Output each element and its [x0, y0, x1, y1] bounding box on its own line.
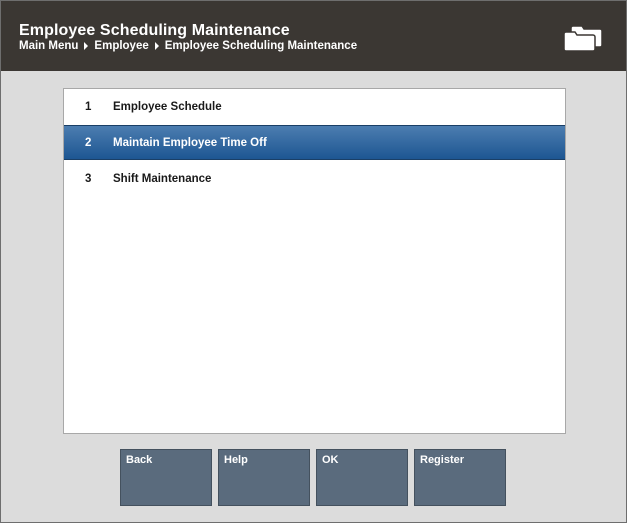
help-button[interactable]: Help — [218, 449, 310, 506]
menu-item-number: 3 — [85, 172, 92, 185]
breadcrumb-item-main-menu[interactable]: Main Menu — [19, 40, 78, 52]
back-button[interactable]: Back — [120, 449, 212, 506]
menu-item-maintain-employee-time-off[interactable]: 2 Maintain Employee Time Off — [64, 125, 565, 160]
menu-item-number: 2 — [85, 136, 92, 149]
breadcrumb-separator-icon — [154, 42, 159, 50]
menu-item-shift-maintenance[interactable]: 3 Shift Maintenance — [64, 161, 565, 196]
breadcrumb-item-current: Employee Scheduling Maintenance — [164, 40, 358, 52]
menu-list: 1 Employee Schedule 2 Maintain Employee … — [63, 88, 566, 434]
menu-item-label: Employee Schedule — [113, 100, 222, 113]
menu-item-employee-schedule[interactable]: 1 Employee Schedule — [64, 89, 565, 124]
menu-item-label: Shift Maintenance — [113, 172, 212, 185]
ok-button[interactable]: OK — [316, 449, 408, 506]
page-title: Employee Scheduling Maintenance — [19, 22, 290, 39]
app-window: Employee Scheduling Maintenance Main Men… — [0, 0, 627, 523]
register-button[interactable]: Register — [414, 449, 506, 506]
header-bar: Employee Scheduling Maintenance Main Men… — [1, 1, 626, 71]
folders-icon — [563, 25, 603, 52]
breadcrumb-separator-icon — [84, 42, 89, 50]
menu-item-label: Maintain Employee Time Off — [113, 136, 267, 149]
breadcrumb: Main Menu Employee Employee Scheduling M… — [19, 40, 357, 52]
breadcrumb-item-employee[interactable]: Employee — [94, 40, 148, 52]
menu-item-number: 1 — [85, 100, 92, 113]
